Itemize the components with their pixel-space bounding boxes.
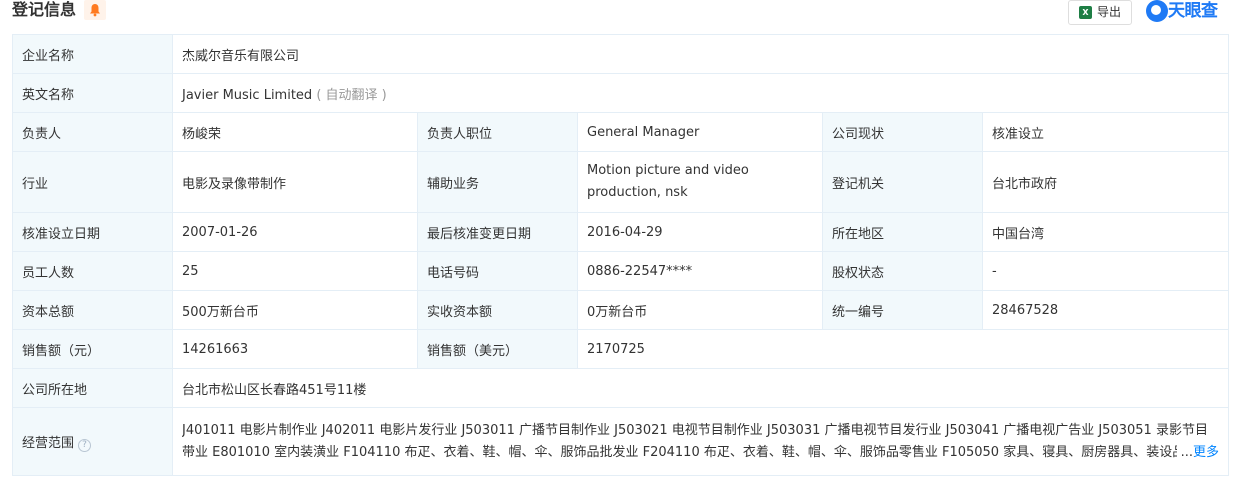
industry-label: 行业: [12, 151, 173, 213]
logo-text: 天眼查: [1168, 1, 1218, 21]
table-row: 负责人 杨峻荣 负责人职位 General Manager 公司现状 核准设立: [12, 112, 1229, 152]
employees-value: 25: [172, 251, 418, 291]
paid-capital-value: 0万新台币: [577, 290, 823, 330]
position-label: 负责人职位: [417, 112, 578, 152]
company-name-label: 企业名称: [12, 34, 173, 74]
logo-icon: [1146, 0, 1168, 22]
bell-icon[interactable]: [84, 0, 106, 20]
table-row: 英文名称 Javier Music Limited ( 自动翻译 ): [12, 73, 1229, 113]
english-name-label: 英文名称: [12, 73, 173, 113]
table-row: 行业 电影及录像带制作 辅助业务 Motion picture and vide…: [12, 151, 1229, 213]
equity-status-value: -: [982, 251, 1229, 291]
sales-usd-value: 2170725: [577, 329, 1229, 369]
more-link[interactable]: ...更多: [1176, 441, 1219, 464]
scope-wrapper: J401011 电影片制作业 J402011 电影片发行业 J503011 广播…: [182, 420, 1219, 464]
sales-usd-label: 销售额（美元）: [417, 329, 578, 369]
table-row: 员工人数 25 电话号码 0886-22547**** 股权状态 -: [12, 251, 1229, 291]
responsible-label: 负责人: [12, 112, 173, 152]
aux-business-label: 辅助业务: [417, 151, 578, 213]
last-change-label: 最后核准变更日期: [417, 212, 578, 252]
scope-value: J401011 电影片制作业 J402011 电影片发行业 J503011 广播…: [182, 422, 1211, 460]
sales-cny-label: 销售额（元）: [12, 329, 173, 369]
status-label: 公司现状: [822, 112, 983, 152]
responsible-value[interactable]: 杨峻荣: [172, 112, 418, 152]
address-label: 公司所在地: [12, 368, 173, 408]
table-row: 经营范围? J401011 电影片制作业 J402011 电影片发行业 J503…: [12, 407, 1229, 476]
excel-icon: X: [1079, 6, 1092, 19]
approved-date-value: 2007-01-26: [172, 212, 418, 252]
more-label[interactable]: 更多: [1193, 445, 1219, 460]
english-name-value: Javier Music Limited: [182, 87, 313, 103]
last-change-value: 2016-04-29: [577, 212, 823, 252]
authority-label: 登记机关: [822, 151, 983, 213]
phone-label: 电话号码: [417, 251, 578, 291]
equity-status-label: 股权状态: [822, 251, 983, 291]
table-row: 资本总额 500万新台币 实收资本额 0万新台币 统一编号 28467528: [12, 290, 1229, 330]
status-value: 核准设立: [982, 112, 1229, 152]
scope-cell: J401011 电影片制作业 J402011 电影片发行业 J503011 广播…: [172, 407, 1229, 476]
aux-business-value: Motion picture and video production, nsk: [577, 151, 823, 213]
export-label: 导出: [1097, 5, 1122, 19]
capital-label: 资本总额: [12, 290, 173, 330]
table-row: 企业名称 杰威尔音乐有限公司: [12, 34, 1229, 74]
table-row: 公司所在地 台北市松山区长春路451号11楼: [12, 368, 1229, 408]
unified-no-value: 28467528: [982, 290, 1229, 330]
section-title: 登记信息: [12, 0, 77, 19]
region-label: 所在地区: [822, 212, 983, 252]
english-name-cell: Javier Music Limited ( 自动翻译 ): [172, 73, 1229, 113]
employees-label: 员工人数: [12, 251, 173, 291]
help-icon[interactable]: ?: [78, 438, 92, 452]
position-value: General Manager: [577, 112, 823, 152]
sales-cny-value: 14261663: [172, 329, 418, 369]
section-header: 登记信息 X 导出 天眼查: [0, 0, 1234, 28]
industry-value: 电影及录像带制作: [172, 151, 418, 213]
approved-date-label: 核准设立日期: [12, 212, 173, 252]
table-row: 核准设立日期 2007-01-26 最后核准变更日期 2016-04-29 所在…: [12, 212, 1229, 252]
scope-label-cell: 经营范围?: [12, 407, 173, 476]
address-value: 台北市松山区长春路451号11楼: [172, 368, 1229, 408]
capital-value: 500万新台币: [172, 290, 418, 330]
authority-value: 台北市政府: [982, 151, 1229, 213]
more-ellipsis: ...: [1180, 444, 1193, 460]
registration-table: 企业名称 杰威尔音乐有限公司 英文名称 Javier Music Limited…: [12, 34, 1229, 476]
table-row: 销售额（元） 14261663 销售额（美元） 2170725: [12, 329, 1229, 369]
phone-value: 0886-22547****: [577, 251, 823, 291]
region-value: 中国台湾: [982, 212, 1229, 252]
company-name-value: 杰威尔音乐有限公司: [172, 34, 1229, 74]
auto-translate-note: ( 自动翻译 ): [316, 87, 387, 103]
scope-label: 经营范围: [22, 435, 75, 451]
unified-no-label: 统一编号: [822, 290, 983, 330]
paid-capital-label: 实收资本额: [417, 290, 578, 330]
export-button[interactable]: X 导出: [1068, 0, 1132, 25]
